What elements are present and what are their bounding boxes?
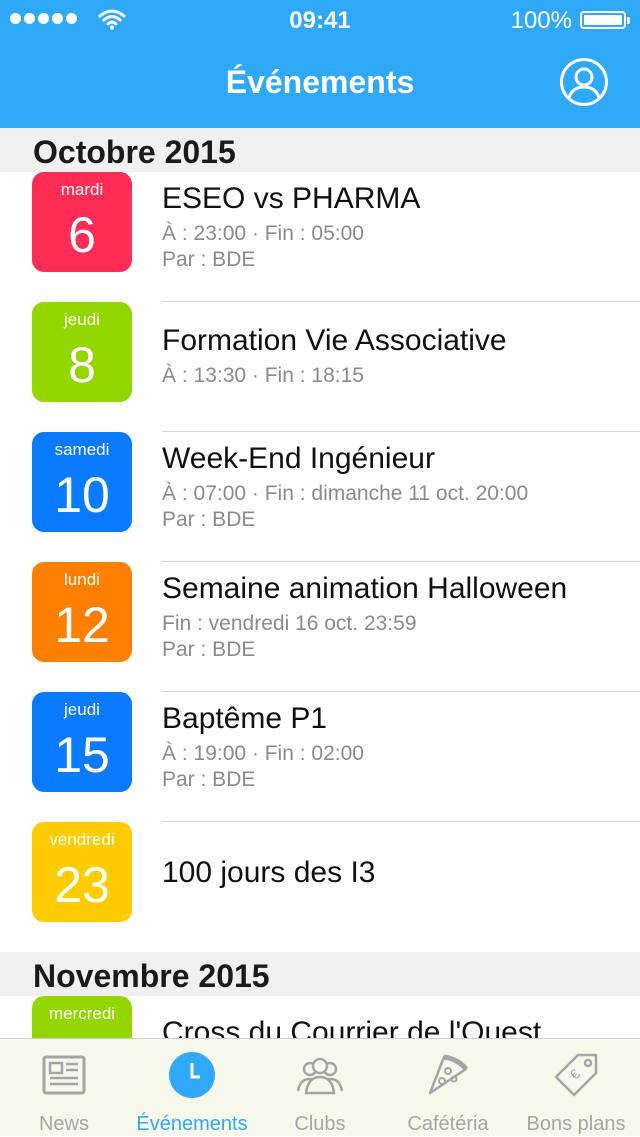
event-title: Semaine animation Halloween (162, 572, 568, 605)
date-badge: jeudi 15 (32, 692, 132, 792)
date-badge: mercredi (32, 996, 132, 1038)
tab-news[interactable]: News (0, 1039, 128, 1137)
event-day: 6 (68, 207, 96, 263)
pizza-icon (428, 1054, 468, 1095)
event-day: 12 (54, 597, 110, 653)
event-title: 100 jours des I3 (162, 856, 376, 889)
date-badge: samedi 10 (32, 432, 132, 532)
date-badge: jeudi 8 (32, 302, 132, 402)
people-icon (296, 1057, 344, 1095)
event-organizer: Par : BDE (162, 508, 256, 531)
page-title: Événements (225, 64, 415, 100)
tab-clubs[interactable]: Clubs (256, 1039, 384, 1137)
date-badge: lundi 12 (32, 562, 132, 662)
event-day: 23 (54, 857, 110, 913)
event-title: Baptême P1 (162, 702, 328, 735)
event-times: À : 23:00 · Fin : 05:00 (162, 222, 364, 245)
tab-evenements[interactable]: Événements (128, 1039, 256, 1137)
section-title: Novembre 2015 (33, 958, 270, 994)
event-weekday: jeudi (64, 700, 100, 719)
clock-icon (169, 1052, 215, 1098)
tab-cafeteria[interactable]: Cafétéria (384, 1039, 512, 1137)
event-title: Week-End Ingénieur (162, 442, 435, 475)
tab-label: Cafétéria (407, 1113, 489, 1135)
event-day: 10 (54, 467, 110, 523)
event-row[interactable]: samedi 10 Week-End Ingénieur À : 07:00 · Fi… (0, 432, 640, 562)
event-row[interactable]: vendredi 23 100 jours des I3 (0, 822, 640, 952)
event-row[interactable]: mercredi Cross du Courrier de l'Ouest (0, 996, 640, 1038)
event-row[interactable]: jeudi 8 Formation Vie Associative À : 13:30… (0, 302, 640, 432)
section-header: Novembre 2015 (0, 952, 640, 996)
event-title: Cross du Courrier de l'Ouest (162, 1016, 542, 1038)
event-times: À : 07:00 · Fin : dimanche 11 oct. 20:00 (162, 482, 529, 505)
event-organizer: Par : BDE (162, 638, 256, 661)
tab-label: Bons plans (526, 1113, 626, 1135)
section-title: Octobre 2015 (33, 134, 236, 170)
battery-icon (580, 11, 630, 29)
event-day: 8 (68, 337, 96, 393)
navigation-bar: 09:41 100% Événements (0, 0, 640, 128)
event-title: ESEO vs PHARMA (162, 182, 421, 215)
event-weekday: lundi (64, 570, 100, 589)
tab-label: Clubs (294, 1113, 346, 1135)
event-weekday: mardi (60, 180, 104, 199)
event-organizer: Par : BDE (162, 248, 256, 271)
profile-button[interactable] (560, 58, 608, 106)
section-header: Octobre 2015 (0, 128, 640, 172)
svg-text:€: € (566, 1066, 583, 1083)
event-weekday: samedi (54, 440, 110, 459)
event-row[interactable]: lundi 12 Semaine animation Halloween Fin : … (0, 562, 640, 692)
status-bar: 09:41 100% (0, 0, 640, 40)
event-row[interactable]: jeudi 15 Baptême P1 À : 19:00 · Fin : 02:00… (0, 692, 640, 822)
event-weekday: jeudi (64, 310, 100, 329)
event-organizer: Par : BDE (162, 768, 256, 791)
event-times: À : 19:00 · Fin : 02:00 (162, 742, 364, 765)
tab-bar: News Événements Clubs Cafétéria € Bons p… (0, 1038, 640, 1136)
date-badge: vendredi 23 (32, 822, 132, 922)
event-title: Formation Vie Associative (162, 324, 507, 357)
event-weekday: mercredi (48, 1004, 116, 1023)
newspaper-icon (42, 1055, 86, 1095)
tab-bons-plans[interactable]: € Bons plans (512, 1039, 640, 1137)
event-row[interactable]: mardi 6 ESEO vs PHARMA À : 23:00 · Fin : 05… (0, 172, 640, 302)
user-icon (566, 67, 602, 102)
date-badge: mardi 6 (32, 172, 132, 272)
event-weekday: vendredi (49, 830, 115, 849)
event-times: Fin : vendredi 16 oct. 23:59 (162, 612, 417, 635)
tab-label: Événements (136, 1113, 248, 1135)
event-day: 15 (54, 727, 110, 783)
tag-icon: € (554, 1053, 598, 1097)
event-times: À : 13:30 · Fin : 18:15 (162, 364, 364, 387)
tab-label: News (38, 1113, 89, 1135)
events-list[interactable]: Octobre 2015 mardi 6 ESEO vs PHARMA À : 23:0… (0, 128, 640, 1038)
battery-percentage: 100% (510, 7, 572, 34)
